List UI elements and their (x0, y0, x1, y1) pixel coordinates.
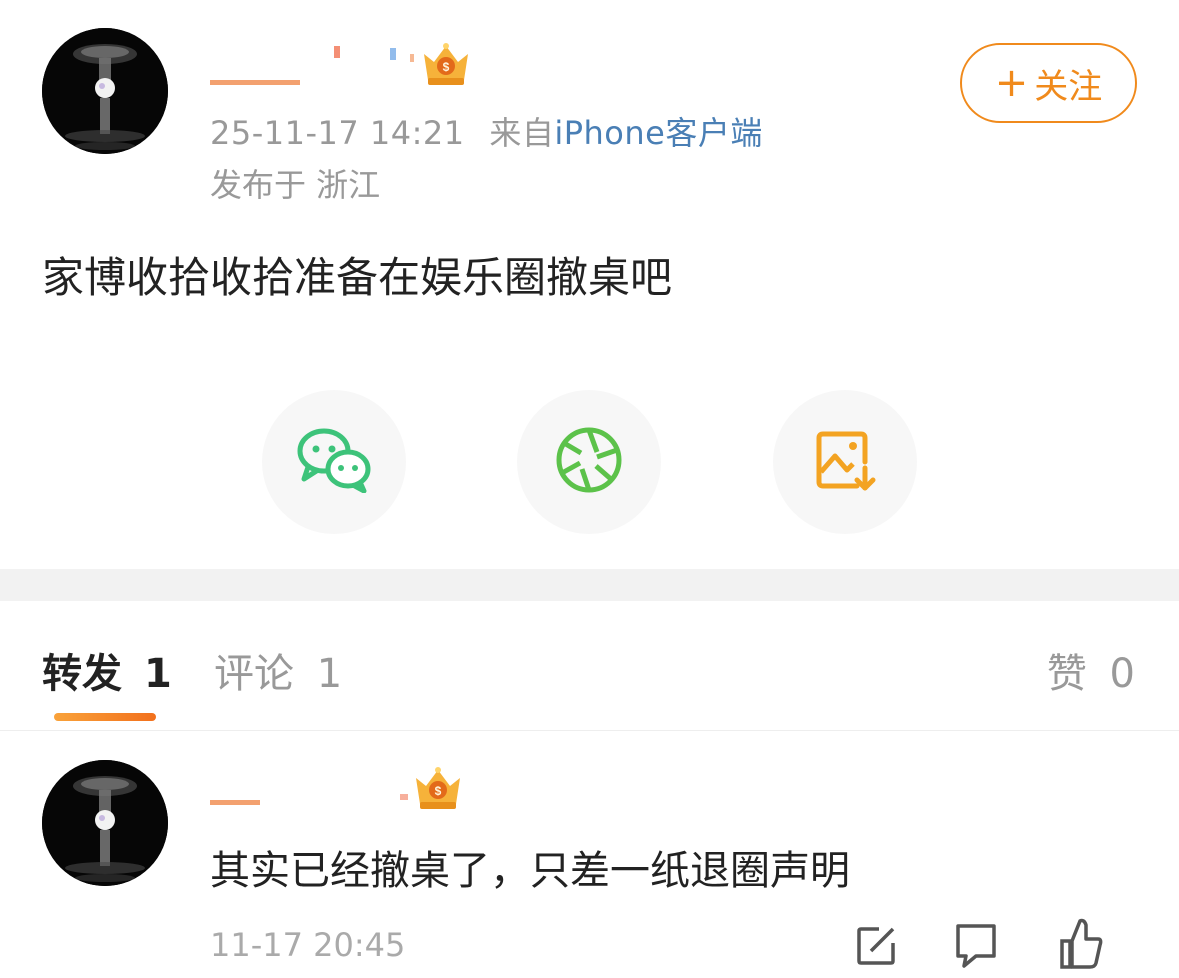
plus-icon: + (994, 60, 1029, 106)
tab-comment[interactable]: 评论 1 (214, 641, 342, 699)
comment-reply-button[interactable] (952, 924, 1000, 972)
vip-crown-badge-icon: $ (410, 764, 466, 812)
comment-time: 11-17 20:45 (210, 926, 406, 964)
share-moments-button[interactable] (517, 390, 661, 534)
save-image-button[interactable] (773, 390, 917, 534)
post-body-text: 家博收拾收拾准备在娱乐圈撤桌吧 (42, 253, 673, 302)
post-location: 发布于 浙江 (210, 166, 381, 204)
share-wechat-button[interactable] (262, 390, 406, 534)
tab-like-label: 赞 (1046, 651, 1087, 697)
follow-label: 关注 (1034, 66, 1103, 107)
wechat-icon (296, 427, 372, 497)
tab-like-count: 0 (1109, 651, 1135, 697)
follow-button[interactable]: + 关注 (960, 43, 1137, 123)
comment-repost-button[interactable] (852, 924, 900, 972)
tab-repost[interactable]: 转发 1 (42, 641, 172, 699)
tab-comment-count: 1 (316, 651, 343, 697)
comment-actions (852, 918, 1172, 978)
post-author-name-redacted[interactable] (210, 40, 420, 96)
tab-comment-label: 评论 (214, 651, 294, 697)
comment-text: 其实已经撤桌了，只差一纸退圈声明 (210, 848, 850, 894)
post-source-prefix: 来自 (489, 114, 555, 152)
section-divider (0, 569, 1179, 601)
post-source-link[interactable]: iPhone客户端 (554, 114, 763, 152)
moments-icon (554, 425, 624, 499)
tab-repost-count: 1 (143, 651, 172, 697)
tab-repost-label: 转发 (42, 651, 122, 697)
tab-like[interactable]: 赞 0 (1047, 641, 1135, 699)
svg-text:$: $ (443, 60, 450, 74)
post-tabs: 转发 1 评论 1 赞 0 (0, 601, 1179, 731)
vip-crown-badge-icon: $ (418, 40, 474, 88)
save-image-icon (813, 428, 877, 496)
edit-share-icon (855, 925, 897, 971)
thumbs-up-icon (1060, 917, 1104, 975)
comment-author-avatar[interactable] (42, 760, 168, 886)
comment-like-button[interactable] (1058, 918, 1106, 974)
post-meta: 25-11-17 14:21 来自iPhone客户端 (210, 108, 763, 154)
svg-text:$: $ (435, 784, 442, 798)
post-time: 25-11-17 14:21 (210, 114, 465, 152)
comment-icon (954, 922, 998, 974)
active-tab-indicator (54, 713, 156, 721)
post-author-avatar[interactable] (42, 28, 168, 154)
